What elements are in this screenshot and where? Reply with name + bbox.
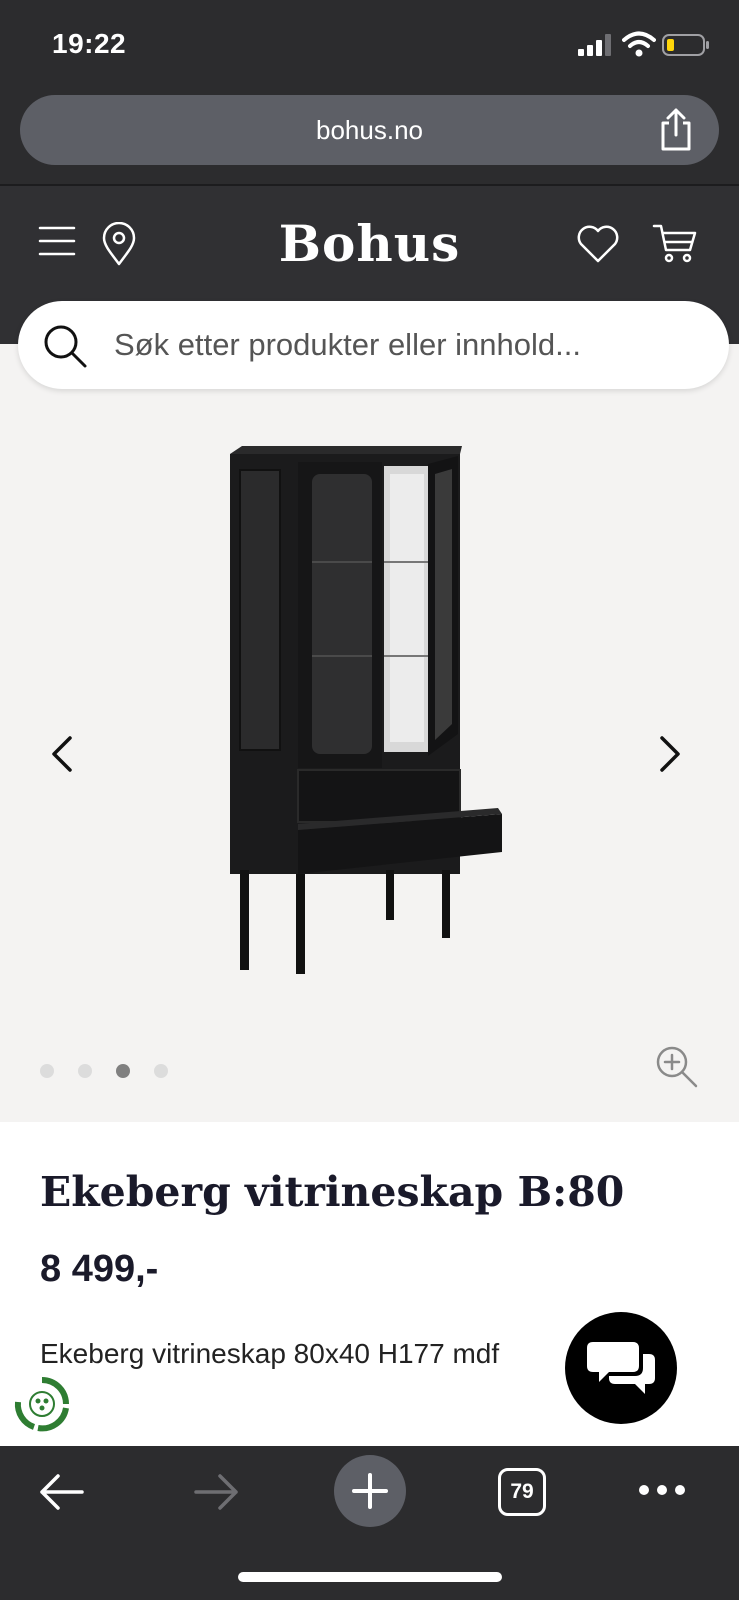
- search-icon: [44, 325, 87, 368]
- status-time: 19:22: [52, 28, 127, 59]
- carousel-dot-active[interactable]: [116, 1064, 130, 1078]
- heart-icon[interactable]: [576, 224, 620, 264]
- new-tab-button[interactable]: [334, 1455, 406, 1527]
- chat-button[interactable]: [565, 1312, 677, 1424]
- cellular-signal-icon: [578, 34, 611, 56]
- forward-arrow-icon[interactable]: [192, 1472, 240, 1512]
- carousel-dot[interactable]: [154, 1064, 168, 1078]
- address-bar[interactable]: bohus.no: [20, 95, 719, 165]
- home-indicator: [238, 1572, 502, 1582]
- product-description: Ekeberg vitrineskap 80x40 H177 mdf: [40, 1338, 500, 1369]
- carousel-dot[interactable]: [78, 1064, 92, 1078]
- carousel-dot[interactable]: [40, 1064, 54, 1078]
- share-icon[interactable]: [655, 107, 697, 153]
- chevron-right-icon[interactable]: [656, 732, 684, 776]
- status-bar: 19:22: [0, 0, 739, 92]
- eco-badge-icon[interactable]: [14, 1376, 70, 1432]
- url-text[interactable]: bohus.no: [20, 115, 719, 146]
- chevron-left-icon[interactable]: [48, 732, 76, 776]
- back-arrow-icon[interactable]: [38, 1472, 86, 1512]
- carousel-dots: [40, 1064, 168, 1078]
- product-title: Ekeberg vitrineskap B:80: [40, 1168, 625, 1216]
- battery-low-icon: [662, 34, 709, 56]
- search-input[interactable]: [114, 301, 704, 389]
- search-bar[interactable]: [18, 301, 729, 389]
- cart-icon[interactable]: [652, 222, 698, 264]
- product-gallery[interactable]: [0, 344, 739, 1122]
- site-logo[interactable]: Bohus: [0, 214, 739, 273]
- product-image[interactable]: [212, 444, 522, 984]
- wifi-icon: [622, 31, 656, 57]
- more-icon[interactable]: [638, 1482, 686, 1498]
- tabs-button[interactable]: 79: [498, 1468, 546, 1516]
- chat-icon: [587, 1342, 655, 1394]
- plus-icon: [352, 1473, 388, 1509]
- zoom-in-icon[interactable]: [654, 1044, 698, 1088]
- product-price: 8 499,-: [40, 1248, 159, 1290]
